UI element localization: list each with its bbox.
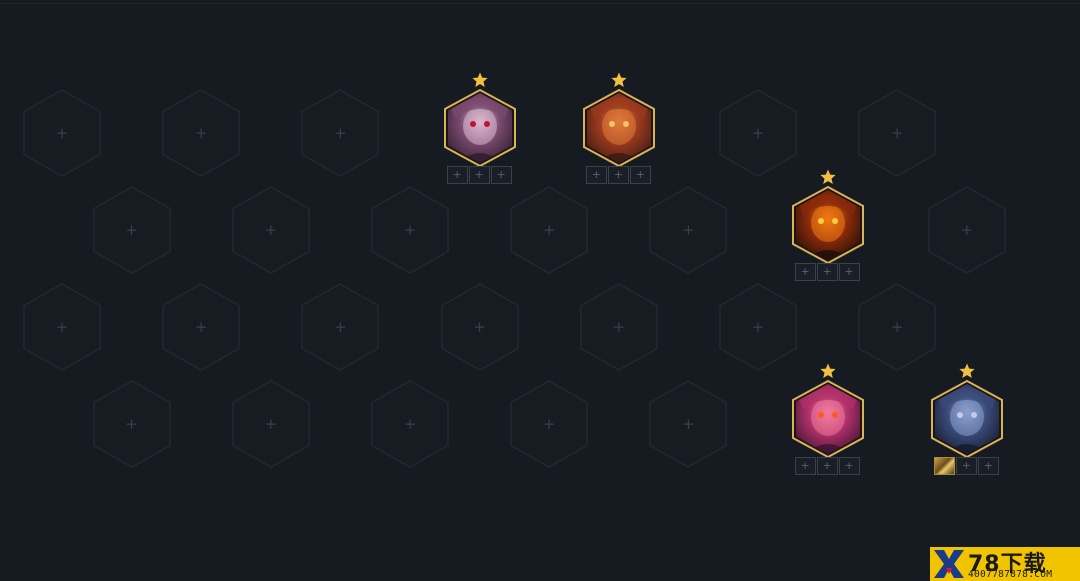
add-plus-icon: +: [473, 317, 486, 336]
x-logo-icon: [934, 550, 964, 578]
empty-hex-slot[interactable]: +: [300, 282, 380, 372]
add-plus-icon: +: [125, 220, 138, 239]
empty-hex-slot[interactable]: +: [857, 282, 937, 372]
empty-hex-slot[interactable]: +: [718, 88, 798, 178]
empty-hex-slot[interactable]: +: [92, 185, 172, 275]
add-plus-icon: +: [194, 317, 208, 336]
item-slots: + + +: [794, 263, 861, 281]
add-plus-icon: +: [55, 317, 69, 336]
star-icon: [471, 72, 488, 87]
empty-item-slot[interactable]: +: [794, 457, 816, 475]
champ-molten[interactable]: + + +: [789, 169, 867, 281]
empty-item-slot[interactable]: +: [838, 263, 860, 281]
champion-portrait: [930, 379, 1003, 459]
add-plus-icon: +: [542, 414, 556, 433]
empty-hex-slot[interactable]: +: [231, 185, 311, 275]
add-plus-icon: +: [334, 317, 347, 336]
empty-hex-slot[interactable]: +: [370, 379, 450, 469]
watermark: 78下载 4007787878.COM: [930, 547, 1080, 581]
add-plus-icon: +: [264, 220, 278, 239]
add-plus-icon: +: [751, 317, 765, 336]
add-plus-icon: +: [403, 414, 417, 433]
empty-item-slot[interactable]: +: [816, 457, 838, 475]
add-plus-icon: +: [194, 123, 208, 142]
star-icon: [819, 363, 836, 378]
empty-item-slot[interactable]: +: [607, 166, 629, 184]
add-plus-icon: +: [682, 414, 695, 433]
add-plus-icon: +: [751, 123, 765, 142]
item-slots: + + +: [446, 166, 513, 184]
add-plus-icon: +: [960, 220, 974, 239]
empty-hex-slot[interactable]: +: [509, 185, 589, 275]
empty-hex-slot[interactable]: +: [718, 282, 798, 372]
empty-hex-slot[interactable]: +: [579, 282, 659, 372]
item-slots: + + +: [794, 457, 861, 475]
board: + + + + + + + + + + + + + + + + + + + + + + + + + + + + + + + + + + + + +: [0, 0, 1080, 581]
add-plus-icon: +: [612, 317, 626, 336]
empty-hex-slot[interactable]: +: [231, 379, 311, 469]
champ-jester[interactable]: + + +: [789, 363, 867, 475]
empty-item-slot[interactable]: +: [794, 263, 816, 281]
empty-item-slot[interactable]: +: [468, 166, 490, 184]
champion-portrait: [443, 88, 516, 168]
champ-vampire[interactable]: + + +: [441, 72, 519, 184]
item-slots: + +: [933, 457, 1000, 475]
champion-portrait: [791, 379, 864, 459]
star-icon: [611, 72, 627, 87]
add-plus-icon: +: [682, 220, 695, 239]
champion-portrait: [582, 88, 655, 168]
item-slots: + + +: [585, 166, 652, 184]
champ-brawler[interactable]: + + +: [580, 72, 658, 184]
empty-item-slot[interactable]: +: [816, 263, 838, 281]
empty-item-slot[interactable]: +: [446, 166, 468, 184]
star-icon: [959, 363, 975, 378]
add-plus-icon: +: [264, 414, 278, 433]
empty-item-slot[interactable]: +: [977, 457, 999, 475]
empty-hex-slot[interactable]: +: [648, 379, 728, 469]
empty-hex-slot[interactable]: +: [370, 185, 450, 275]
empty-item-slot[interactable]: +: [585, 166, 607, 184]
add-plus-icon: +: [334, 123, 347, 142]
add-plus-icon: +: [890, 317, 904, 336]
add-plus-icon: +: [542, 220, 556, 239]
add-plus-icon: +: [125, 414, 138, 433]
watermark-url: 4007787878.COM: [968, 569, 1053, 580]
empty-hex-slot[interactable]: +: [440, 282, 520, 372]
empty-hex-slot[interactable]: +: [648, 185, 728, 275]
sword-item-icon[interactable]: [933, 457, 955, 475]
add-plus-icon: +: [890, 123, 904, 142]
champion-portrait: [791, 185, 864, 265]
empty-hex-slot[interactable]: +: [22, 282, 102, 372]
empty-hex-slot[interactable]: +: [509, 379, 589, 469]
empty-hex-slot[interactable]: +: [857, 88, 937, 178]
champ-knight[interactable]: + +: [928, 363, 1006, 475]
empty-item-slot[interactable]: +: [629, 166, 651, 184]
add-plus-icon: +: [55, 123, 69, 142]
empty-hex-slot[interactable]: +: [161, 282, 241, 372]
empty-hex-slot[interactable]: +: [22, 88, 102, 178]
empty-hex-slot[interactable]: +: [300, 88, 380, 178]
add-plus-icon: +: [403, 220, 417, 239]
empty-item-slot[interactable]: +: [838, 457, 860, 475]
empty-item-slot[interactable]: +: [955, 457, 977, 475]
empty-hex-slot[interactable]: +: [161, 88, 241, 178]
empty-item-slot[interactable]: +: [490, 166, 512, 184]
empty-hex-slot[interactable]: +: [92, 379, 172, 469]
star-icon: [819, 169, 836, 184]
empty-hex-slot[interactable]: +: [927, 185, 1007, 275]
